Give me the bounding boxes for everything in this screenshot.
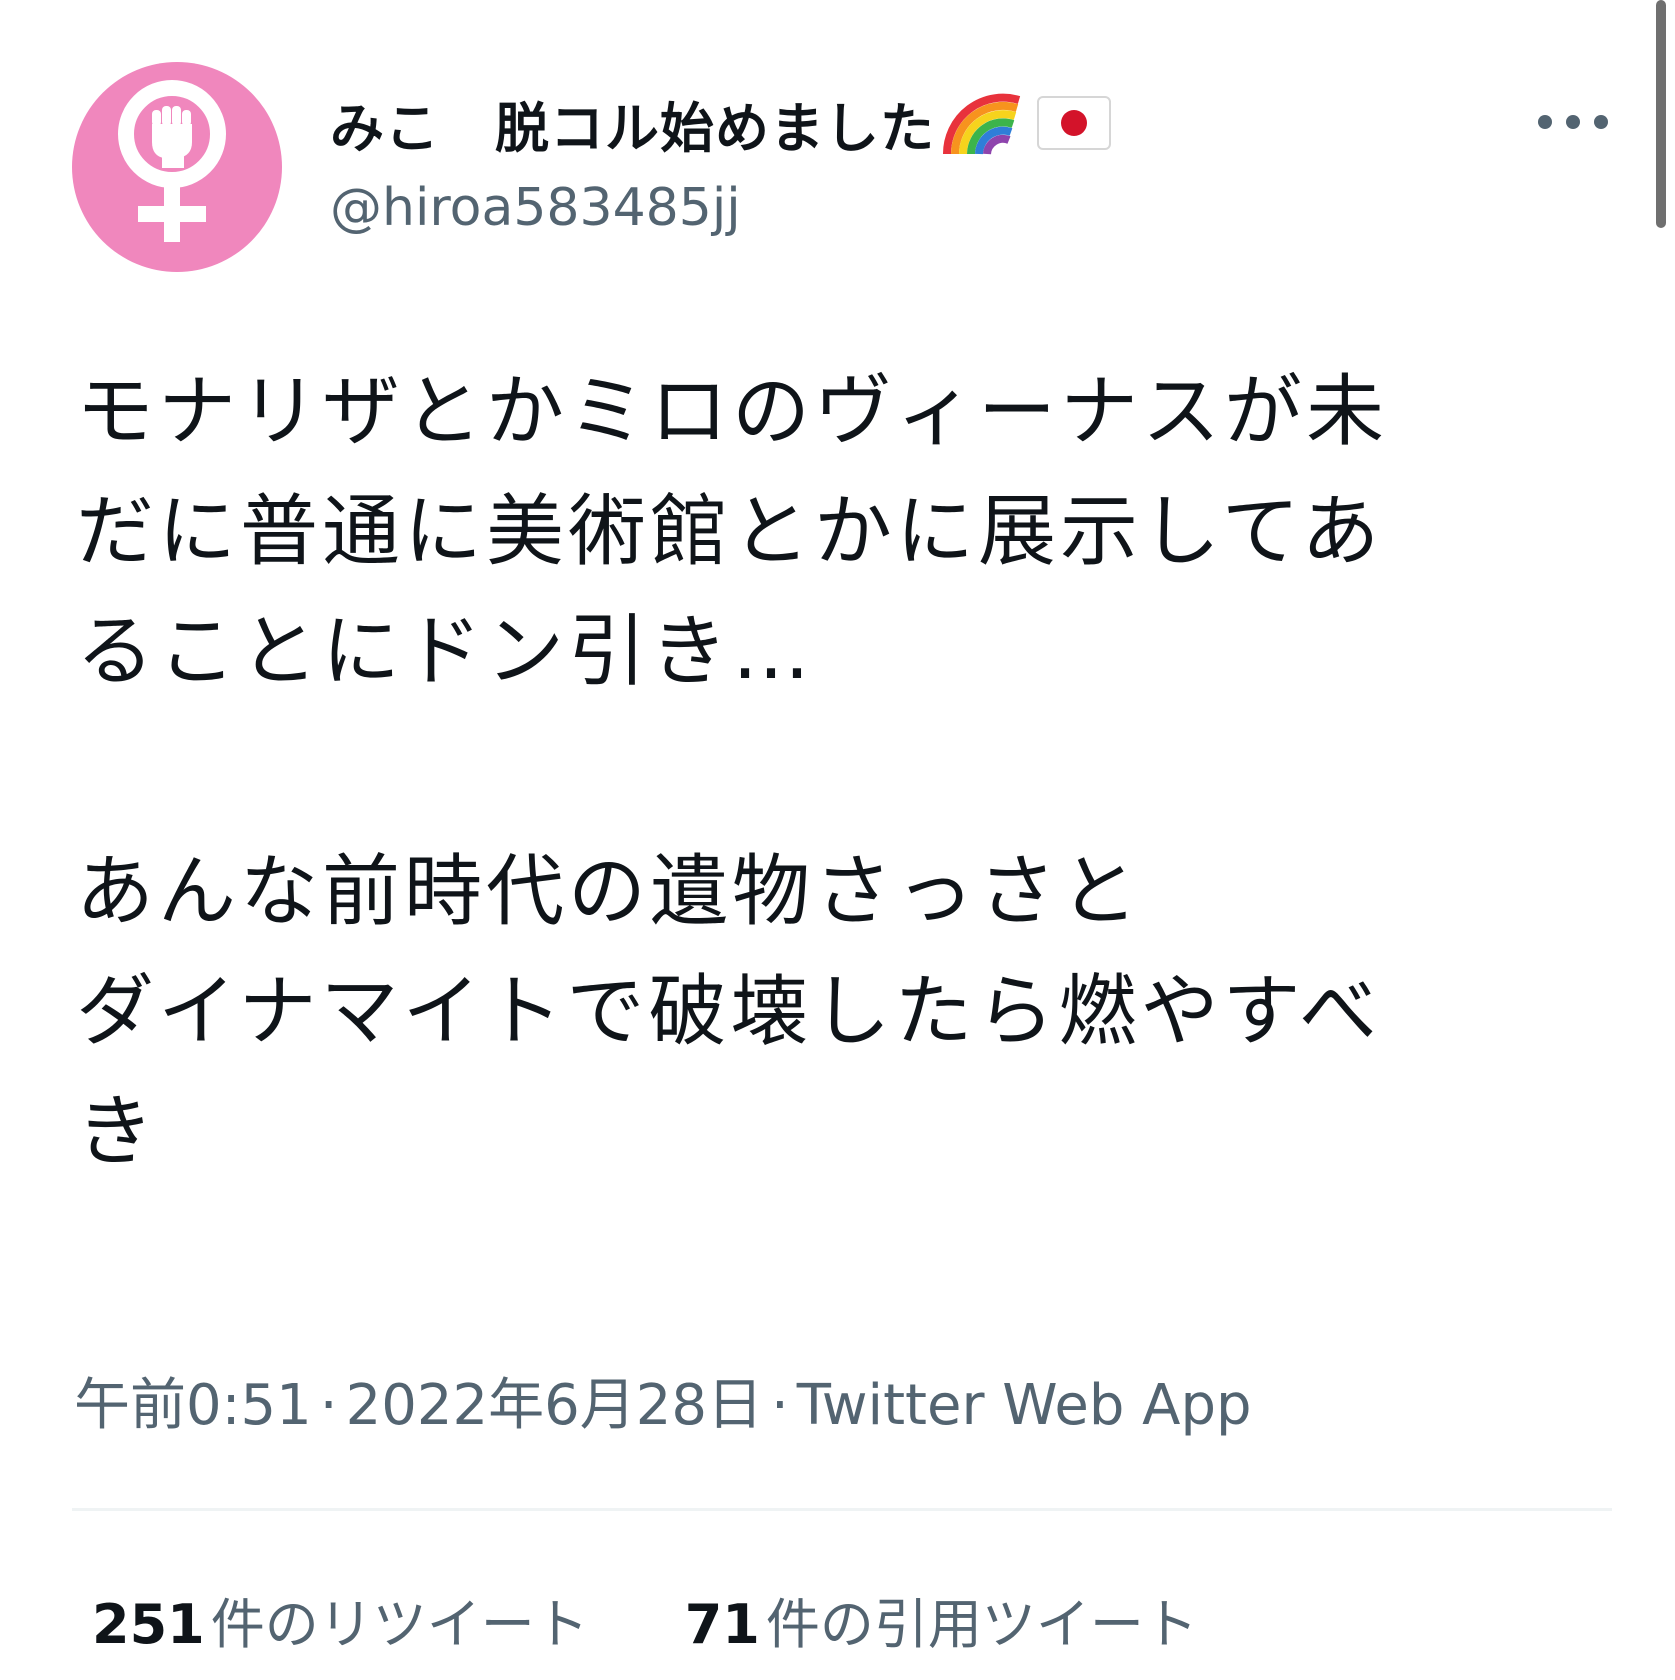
retweets-label: 件のリツイート bbox=[210, 1593, 589, 1656]
more-dot-icon bbox=[1566, 115, 1580, 129]
quotes-count: 71 bbox=[684, 1593, 760, 1656]
user-handle[interactable]: @hiroa583485jj bbox=[330, 178, 741, 238]
meta-separator: · bbox=[770, 1373, 789, 1438]
divider bbox=[72, 1508, 1612, 1511]
more-options-button[interactable] bbox=[1538, 104, 1608, 140]
tweet-text: モナリザとかミロのヴィーナスが未 だに普通に美術館とかに展示してあ ることにドン… bbox=[76, 367, 1389, 1177]
meta-separator: · bbox=[319, 1373, 338, 1438]
display-name[interactable]: みこ 脱コル始めました bbox=[330, 88, 1111, 160]
display-name-text: みこ 脱コル始めました bbox=[330, 96, 935, 160]
tweet-metadata: 午前0:51 · 2022年6月28日 · Twitter Web App bbox=[74, 1360, 1252, 1441]
quotes-stat[interactable]: 71 件の引用ツイート bbox=[685, 1580, 1198, 1659]
retweets-count: 251 bbox=[92, 1593, 205, 1656]
tweet-date[interactable]: 2022年6月28日 bbox=[346, 1373, 763, 1438]
tweet-time[interactable]: 午前0:51 bbox=[74, 1373, 312, 1438]
retweets-stat[interactable]: 251 件のリツイート bbox=[92, 1580, 589, 1659]
tweet-source-link[interactable]: Twitter Web App bbox=[797, 1373, 1252, 1438]
quotes-label: 件の引用ツイート bbox=[765, 1593, 1198, 1656]
more-dot-icon bbox=[1538, 115, 1552, 129]
more-dot-icon bbox=[1594, 115, 1608, 129]
scrollbar[interactable] bbox=[1656, 0, 1666, 228]
tweet-detail: みこ 脱コル始めました @hiroa583485jj モナリザとかミロのヴィーナ… bbox=[0, 0, 1675, 1680]
japan-flag-icon bbox=[1037, 96, 1111, 150]
tweet-stats: 251 件のリツイート 71 件の引用ツイート bbox=[92, 1580, 1198, 1659]
venus-fist-icon bbox=[118, 80, 226, 242]
avatar[interactable] bbox=[72, 62, 282, 272]
rainbow-icon bbox=[942, 93, 1021, 155]
